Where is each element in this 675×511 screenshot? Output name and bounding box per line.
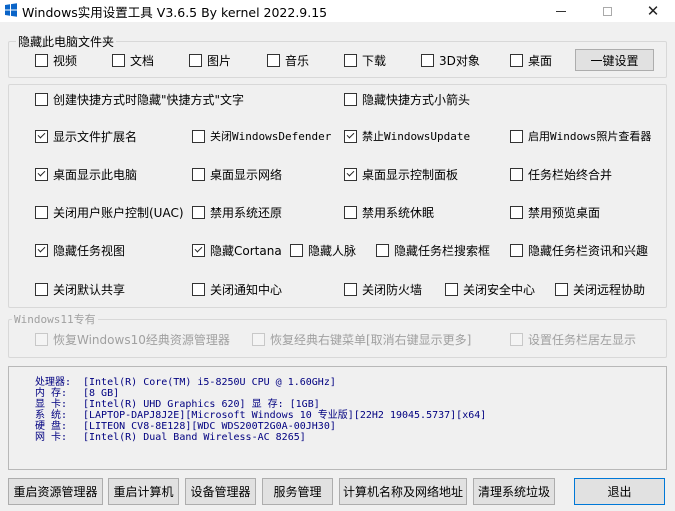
disable-default-share-checkbox[interactable]: 关闭默认共享 [35,281,125,297]
folder-downloads-checkbox[interactable]: 下载 [344,52,386,68]
info-system: 系 统: [LAPTOP-DAPJ8J2E][Microsoft Windows … [35,410,487,421]
service-manager-button[interactable]: 服务管理 [262,478,333,505]
hide-cortana-checkbox[interactable]: 隐藏Cortana [192,242,282,258]
disable-desktop-peek-checkbox[interactable]: 禁用预览桌面 [510,204,600,220]
disable-hibernate-checkbox[interactable]: 禁用系统休眠 [344,204,434,220]
checkbox-box[interactable] [35,243,48,257]
checkbox-box[interactable] [510,205,523,219]
enable-photo-viewer-checkbox[interactable]: 启用Windows照片查看器 [510,128,651,144]
checkbox-box[interactable] [344,205,357,219]
minimize-button[interactable] [538,0,584,22]
checkbox-box[interactable] [192,167,205,181]
folder-music-checkbox[interactable]: 音乐 [267,52,309,68]
computer-name-network-button[interactable]: 计算机名称及网络地址 [339,478,467,505]
hide-task-view-checkbox[interactable]: 隐藏任务视图 [35,242,125,258]
desktop-show-control-panel-checkbox[interactable]: 桌面显示控制面板 [344,166,458,182]
exit-button[interactable]: 退出 [574,478,665,505]
one-click-apply-button[interactable]: 一键设置 [575,49,654,71]
checkbox-box[interactable] [35,167,48,181]
show-file-extension-checkbox[interactable]: 显示文件扩展名 [35,128,137,144]
clean-junk-button[interactable]: 清理系统垃圾 [473,478,555,505]
disable-system-restore-checkbox[interactable]: 禁用系统还原 [192,204,282,220]
folder-pictures-checkbox[interactable]: 图片 [189,52,231,68]
checkbox-box[interactable] [35,53,48,67]
checkbox-box[interactable] [189,53,202,67]
info-memory: 内 存: [8 GB] [35,388,120,399]
hide-shortcut-arrow-checkbox[interactable]: 隐藏快捷方式小箭头 [344,91,470,107]
hide-shortcut-text-checkbox[interactable]: 创建快捷方式时隐藏"快捷方式"文字 [35,91,244,107]
checkbox-box[interactable] [510,129,523,143]
maximize-button[interactable] [584,0,630,22]
folder-desktop-checkbox[interactable]: 桌面 [510,52,552,68]
desktop-show-network-checkbox[interactable]: 桌面显示网络 [192,166,282,182]
hide-people-checkbox[interactable]: 隐藏人脉 [290,242,356,258]
checkbox-box[interactable] [376,243,389,257]
disable-remote-assistance-checkbox[interactable]: 关闭远程协助 [555,281,645,297]
checkbox-box[interactable] [344,92,357,106]
checkbox-box[interactable] [290,243,303,257]
checkbox-box[interactable] [344,53,357,67]
checkbox-box[interactable] [35,129,48,143]
checkbox-box[interactable] [192,205,205,219]
checkbox-box[interactable] [555,282,568,296]
checkbox-box[interactable] [344,167,357,181]
checkbox-box[interactable] [344,129,357,143]
checkbox-box[interactable] [421,53,434,67]
info-gpu: 显 卡: [Intel(R) UHD Graphics 620] 显 存: [1G… [35,399,320,410]
taskbar-always-combine-checkbox[interactable]: 任务栏始终合并 [510,166,612,182]
restart-computer-button[interactable]: 重启计算机 [108,478,179,505]
close-button[interactable]: ✕ [630,0,675,22]
disable-windows-update-checkbox[interactable]: 禁止WindowsUpdate [344,128,470,144]
device-manager-button[interactable]: 设备管理器 [185,478,256,505]
hide-taskbar-search-checkbox[interactable]: 隐藏任务栏搜索框 [376,242,490,258]
checkbox-box[interactable] [112,53,125,67]
checkbox-box[interactable] [445,282,458,296]
restart-explorer-button[interactable]: 重启资源管理器 [8,478,103,505]
checkbox-box[interactable] [267,53,280,67]
folder-video-checkbox[interactable]: 视频 [35,52,77,68]
checkbox-box[interactable] [344,282,357,296]
minimize-icon [556,10,566,12]
win11-legend: Windows11专有 [12,311,98,327]
window-title: Windows实用设置工具 V3.6.5 By kernel 2022.9.15 [22,5,328,20]
taskbar-align-left-checkbox[interactable]: 设置任务栏居左显示 [510,331,636,347]
options-group [8,84,667,308]
checkbox-box[interactable] [192,282,205,296]
disable-defender-checkbox[interactable]: 关闭WindowsDefender [192,128,331,144]
checkbox-box[interactable] [192,129,205,143]
disable-security-center-checkbox[interactable]: 关闭安全中心 [445,281,535,297]
info-cpu: 处理器: [Intel(R) Core(TM) i5-8250U CPU @ 1.… [35,377,336,388]
hide-folders-legend: 隐藏此电脑文件夹 [16,33,117,50]
checkbox-box[interactable] [510,167,523,181]
info-disk: 硬 盘: [LITEON CV8-8E128][WDC WDS200T2G0A-0… [35,421,336,432]
checkbox-box[interactable] [252,332,265,346]
disable-notification-center-checkbox[interactable]: 关闭通知中心 [192,281,282,297]
checkbox-box[interactable] [510,332,523,346]
folder-documents-checkbox[interactable]: 文档 [112,52,154,68]
checkbox-box[interactable] [35,92,48,106]
checkbox-box[interactable] [510,243,523,257]
system-info-panel: 处理器: [Intel(R) Core(TM) i5-8250U CPU @ 1.… [8,366,667,470]
restore-classic-context-menu-checkbox[interactable]: 恢复经典右键菜单[取消右键显示更多] [252,331,471,347]
checkbox-box[interactable] [510,53,523,67]
info-network-card: 网 卡: [Intel(R) Dual Band Wireless-AC 8265… [35,432,306,443]
restore-win10-explorer-checkbox[interactable]: 恢复Windows10经典资源管理器 [35,331,230,347]
disable-firewall-checkbox[interactable]: 关闭防火墙 [344,281,422,297]
checkbox-box[interactable] [192,243,205,257]
app-logo-icon [5,3,17,17]
folder-3d-objects-checkbox[interactable]: 3D对象 [421,52,480,68]
checkbox-box[interactable] [35,205,48,219]
desktop-show-this-pc-checkbox[interactable]: 桌面显示此电脑 [35,166,137,182]
hide-news-interests-checkbox[interactable]: 隐藏任务栏资讯和兴趣 [510,242,648,258]
checkbox-box[interactable] [35,282,48,296]
maximize-icon [602,6,612,16]
close-icon: ✕ [646,1,660,20]
checkbox-box[interactable] [35,332,48,346]
title-bar: Windows实用设置工具 V3.6.5 By kernel 2022.9.15… [0,0,675,22]
disable-uac-checkbox[interactable]: 关闭用户账户控制(UAC) [35,204,184,220]
